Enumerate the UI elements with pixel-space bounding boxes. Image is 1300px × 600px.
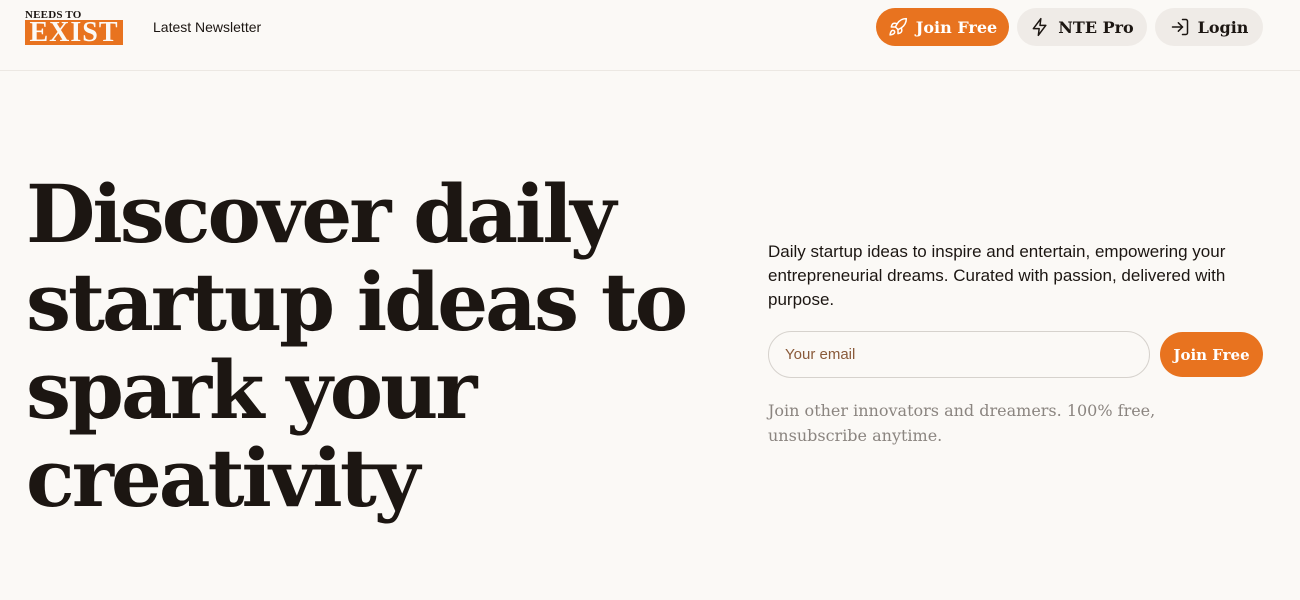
join-free-label: Join Free xyxy=(915,17,998,37)
lightning-icon xyxy=(1032,17,1047,37)
hero-tagline: Daily startup ideas to inspire and enter… xyxy=(768,242,1226,309)
site-header: NEEDS TO EXIST Latest Newsletter Join Fr… xyxy=(0,0,1300,71)
email-input[interactable] xyxy=(768,331,1150,378)
login-icon xyxy=(1171,18,1188,36)
nav-latest-newsletter[interactable]: Latest Newsletter xyxy=(153,18,261,36)
logo-bottom-text: EXIST xyxy=(25,20,123,45)
signup-fineprint: Join other innovators and dreamers. 100%… xyxy=(768,401,1156,445)
hero-title: Discover daily startup ideas to spark yo… xyxy=(26,167,688,525)
logo[interactable]: NEEDS TO EXIST xyxy=(25,9,123,46)
join-free-button[interactable]: Join Free xyxy=(876,8,1009,46)
subscribe-join-free-button[interactable]: Join Free xyxy=(1160,332,1263,377)
login-button[interactable]: Login xyxy=(1155,8,1263,46)
rocket-icon xyxy=(889,17,907,36)
login-label: Login xyxy=(1197,17,1249,37)
nte-pro-label: NTE Pro xyxy=(1058,17,1134,37)
nte-pro-button[interactable]: NTE Pro xyxy=(1017,8,1147,46)
